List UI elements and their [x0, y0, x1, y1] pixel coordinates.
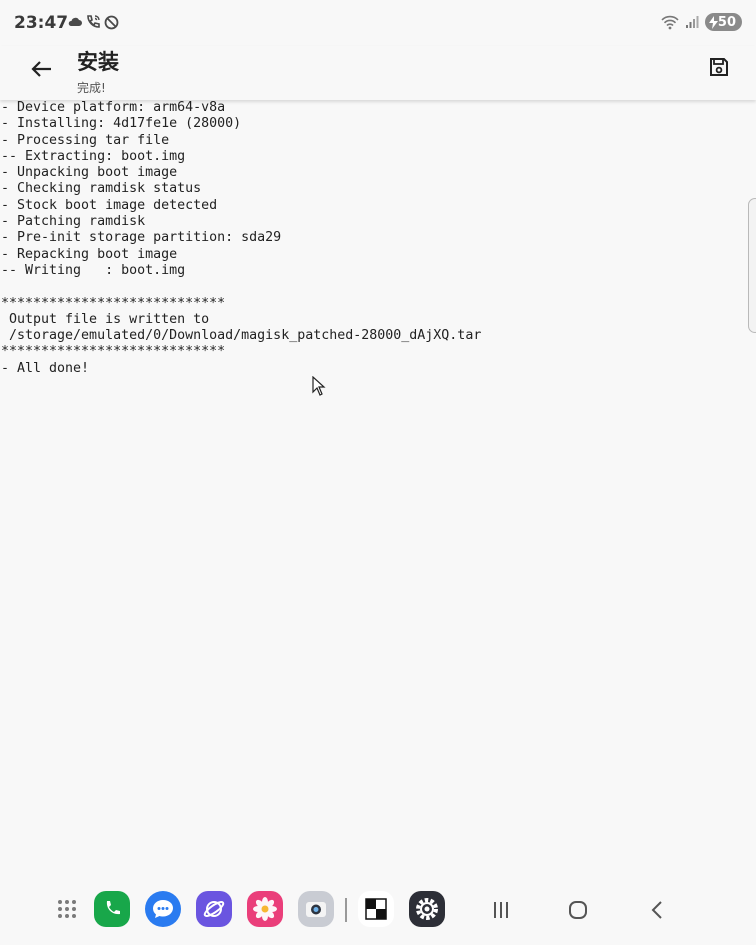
scroll-handle[interactable]	[748, 198, 756, 333]
log-line: - Installing: 4d17fe1e (28000)	[1, 116, 242, 132]
checkerboard-app-icon	[365, 898, 387, 920]
status-time: 23:47	[14, 13, 69, 33]
home-icon	[569, 901, 587, 919]
wifi-call-icon	[87, 15, 100, 28]
arrow-back-icon	[31, 61, 51, 77]
phone-app-button[interactable]	[94, 891, 130, 927]
log-line: ****************************	[1, 344, 226, 360]
install-log: - Device platform: arm64-v8a - Installing…	[0, 100, 756, 377]
taskbar	[0, 885, 756, 945]
page-subtitle: 完成!	[77, 81, 106, 95]
internet-app-button[interactable]	[196, 891, 232, 927]
battery-level: 50	[717, 14, 736, 30]
log-line: Output file is written to	[1, 311, 210, 327]
home-button[interactable]	[563, 895, 593, 925]
mouse-cursor-icon	[312, 376, 326, 396]
gallery-app-button[interactable]	[247, 891, 283, 927]
settings-app-icon	[416, 898, 438, 920]
messages-app-button[interactable]	[145, 891, 181, 927]
app-bar: 安装 完成!	[0, 46, 756, 100]
dock-divider	[345, 898, 347, 922]
recents-icon	[494, 902, 508, 918]
wifi-icon	[661, 15, 679, 29]
camera-app-icon	[306, 902, 326, 917]
app-drawer-icon	[58, 900, 76, 918]
phone-app-icon	[106, 901, 120, 915]
log-line: /storage/emulated/0/Download/magisk_patc…	[1, 328, 482, 344]
recents-button[interactable]	[486, 895, 516, 925]
status-icons-left	[68, 14, 119, 30]
dnd-icon	[104, 15, 119, 29]
battery-indicator: 50	[704, 13, 742, 31]
log-line: - Processing tar file	[1, 132, 170, 148]
back-nav-button[interactable]	[642, 895, 672, 925]
checkerboard-app-button[interactable]	[358, 891, 394, 927]
log-line: - Patching ramdisk	[1, 214, 146, 230]
back-button[interactable]	[24, 54, 58, 84]
save-log-button[interactable]	[708, 56, 732, 80]
charging-icon	[708, 15, 718, 29]
log-line: -- Writing : boot.img	[1, 262, 186, 278]
log-line: - Unpacking boot image	[1, 165, 178, 181]
status-bar: 23:47 50	[0, 0, 756, 46]
back-nav-icon	[651, 901, 662, 919]
log-line: - Pre-init storage partition: sda29	[1, 230, 282, 246]
settings-app-button[interactable]	[409, 891, 445, 927]
messages-app-icon	[153, 900, 173, 918]
gallery-app-icon	[253, 897, 277, 921]
signal-icon	[685, 16, 699, 28]
log-line: - Repacking boot image	[1, 246, 178, 262]
log-line: - All done!	[1, 360, 90, 376]
camera-app-button[interactable]	[298, 891, 334, 927]
page-title: 安装	[77, 50, 119, 74]
log-line: - Stock boot image detected	[1, 197, 218, 213]
log-line: - Device platform: arm64-v8a	[1, 100, 226, 115]
log-line: - Checking ramdisk status	[1, 181, 202, 197]
save-icon	[710, 58, 728, 76]
internet-app-icon	[203, 901, 225, 917]
log-line: ****************************	[1, 295, 226, 311]
status-icons-right: 50	[661, 13, 742, 31]
app-drawer-button[interactable]	[49, 891, 85, 927]
cloud-icon	[68, 17, 82, 26]
log-line: -- Extracting: boot.img	[1, 148, 186, 164]
